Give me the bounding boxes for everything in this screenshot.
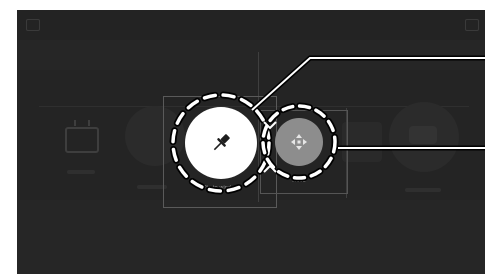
tv-body bbox=[65, 127, 99, 153]
move-icon bbox=[291, 134, 307, 150]
pin-button[interactable] bbox=[185, 107, 257, 179]
pin-caption: Pin to window bbox=[203, 185, 239, 191]
tv-antenna bbox=[74, 120, 90, 126]
window-control-icon[interactable] bbox=[465, 19, 479, 31]
item-label-placeholder bbox=[67, 170, 95, 174]
page: Pin to window Move bbox=[0, 0, 485, 274]
item-label-placeholder bbox=[405, 188, 441, 192]
pin-icon bbox=[213, 134, 230, 151]
tv-stand bbox=[73, 151, 89, 153]
move-caption: Move bbox=[292, 178, 306, 184]
window-control-icon[interactable] bbox=[26, 19, 40, 31]
top-bar bbox=[17, 10, 485, 40]
move-button[interactable] bbox=[275, 118, 323, 166]
card-icon bbox=[409, 126, 437, 144]
square-item-icon[interactable] bbox=[342, 122, 382, 162]
